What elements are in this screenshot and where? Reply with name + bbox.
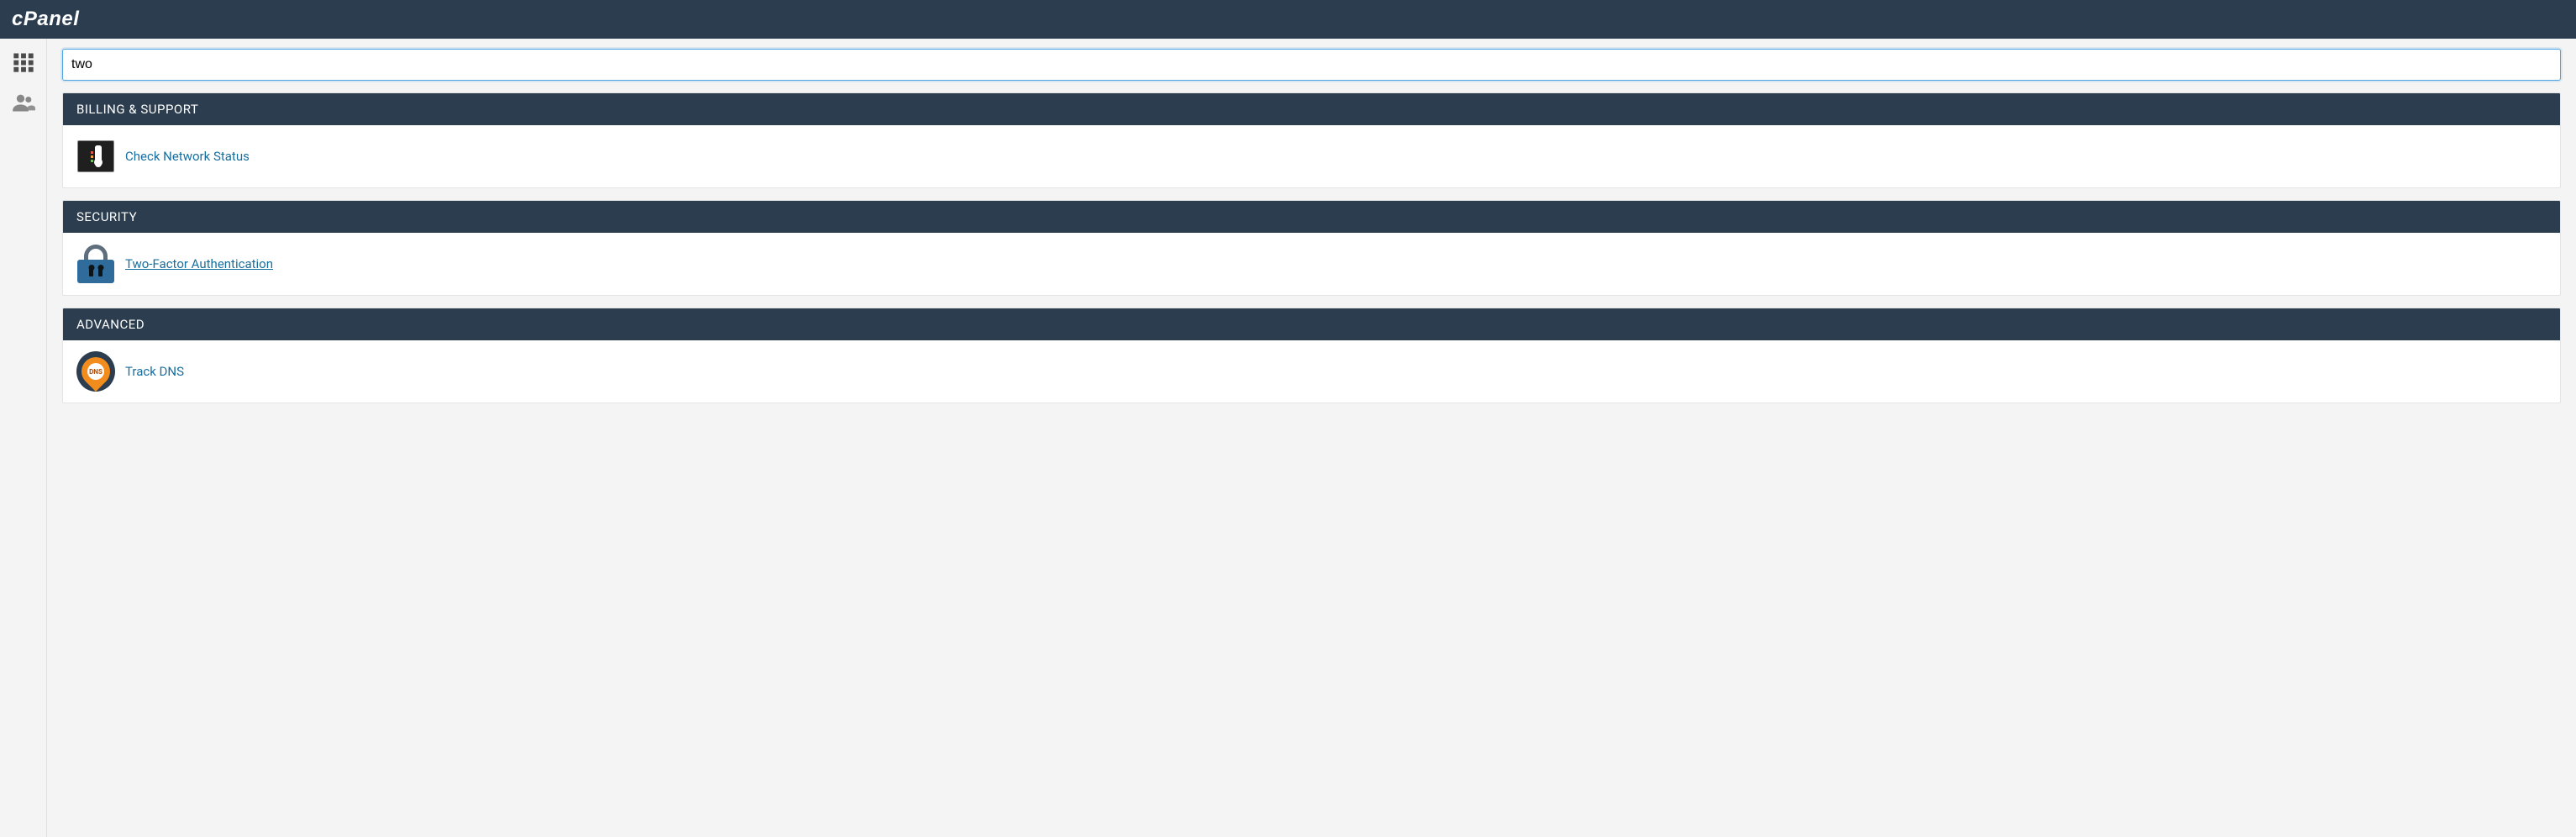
dns-pin-icon: DNS [76,354,115,389]
top-bar: cPanel [0,0,2576,39]
users-icon[interactable] [10,91,37,114]
group-header[interactable]: BILLING & SUPPORT [63,93,2560,125]
tool-check-network-status[interactable]: Check Network Status [76,139,250,174]
group-billing-support: BILLING & SUPPORT Check Network Status [62,92,2561,188]
tool-two-factor-authentication[interactable]: Two-Factor Authentication [76,246,273,282]
search-input[interactable] [62,49,2561,81]
group-advanced: ADVANCED DNS Track DNS [62,308,2561,403]
apps-grid-icon[interactable] [10,50,37,74]
tool-track-dns[interactable]: DNS Track DNS [76,354,184,389]
side-nav [0,39,47,837]
network-thermometer-icon [76,139,115,174]
cpanel-logo: cPanel [12,8,79,31]
tool-label: Two-Factor Authentication [125,256,273,271]
group-security: SECURITY Two-Factor Authentication [62,200,2561,296]
lock-icon [76,246,115,282]
main-content: BILLING & SUPPORT Check Network Status S… [47,39,2576,837]
group-header[interactable]: SECURITY [63,201,2560,233]
group-header[interactable]: ADVANCED [63,308,2560,340]
tool-label: Check Network Status [125,149,250,164]
tool-label: Track DNS [125,364,184,379]
